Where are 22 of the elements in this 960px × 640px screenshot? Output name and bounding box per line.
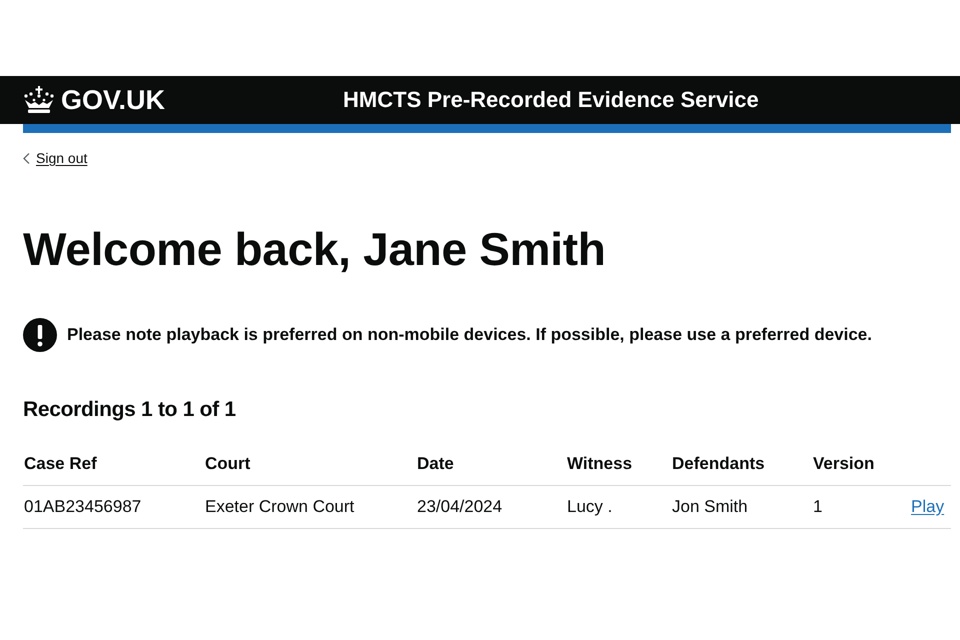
- table-cell: Jon Smith: [671, 496, 748, 518]
- crown-icon: [23, 86, 55, 114]
- column-header: Date: [416, 452, 454, 474]
- column-header: Defendants: [671, 452, 765, 474]
- service-name[interactable]: HMCTS Pre-Recorded Evidence Service: [343, 89, 759, 111]
- back-link[interactable]: Sign out: [23, 150, 88, 166]
- chevron-left-icon: [23, 152, 30, 164]
- column-header: Court: [204, 452, 250, 474]
- table-cell: 01AB23456987: [23, 496, 142, 518]
- table-cell: Exeter Crown Court: [204, 496, 354, 518]
- play-link[interactable]: Play: [911, 496, 944, 518]
- table-cell: Lucy .: [566, 496, 612, 518]
- table-caption: Recordings 1 to 1 of 1: [23, 396, 237, 422]
- logo-link[interactable]: GOV.UK: [61, 86, 166, 114]
- column-header: Version: [812, 452, 874, 474]
- table-cell: 23/04/2024: [416, 496, 502, 518]
- warning-text: Please note playback is preferred on non-mobile devices. If possible, please use a preferred device.: [67, 324, 872, 344]
- warning-icon: [23, 318, 57, 352]
- column-header: Case Ref: [23, 452, 97, 474]
- column-header: Witness: [566, 452, 632, 474]
- table-cell: 1: [812, 496, 822, 518]
- page-heading: Welcome back, Jane Smith: [23, 222, 607, 276]
